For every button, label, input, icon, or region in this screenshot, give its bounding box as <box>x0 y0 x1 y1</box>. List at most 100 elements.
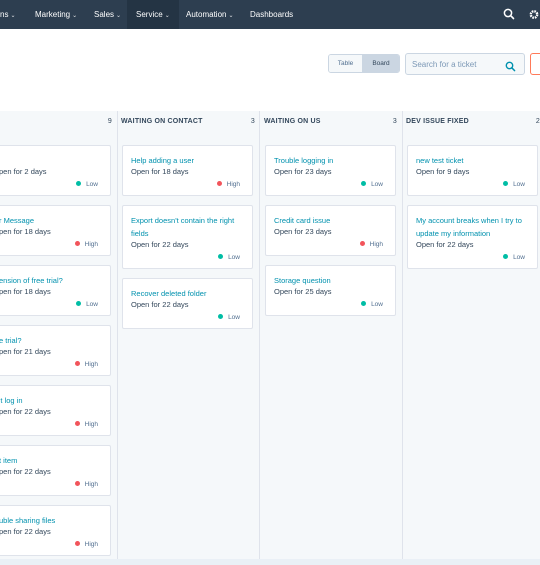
ticket-card[interactable]: Trouble logging in Open for 23 days Low <box>265 145 396 196</box>
ticket-title[interactable]: uble sharing files <box>0 514 55 527</box>
search-icon[interactable] <box>503 0 515 29</box>
ticket-card[interactable]: Recover deleted folder Open for 22 days … <box>122 278 253 329</box>
horizontal-scrollbar[interactable] <box>0 559 540 565</box>
chevron-down-icon: ⌄ <box>72 13 78 19</box>
gear-icon[interactable] <box>528 0 540 29</box>
priority-badge: Low <box>76 181 98 188</box>
priority-dot-icon <box>76 181 82 186</box>
chevron-down-icon: ⌄ <box>164 13 170 19</box>
priority-dot-icon <box>74 361 80 366</box>
view-toggle: Table Board <box>328 54 400 73</box>
ticket-card[interactable]: uble sharing files pen for 22 days High <box>0 505 111 556</box>
ticket-open-duration: pen for 18 days <box>0 287 51 296</box>
chevron-down-icon: ⌄ <box>116 13 122 19</box>
priority-badge: High <box>74 481 98 488</box>
priority-badge: Low <box>76 301 98 308</box>
ticket-title[interactable]: Trouble logging in <box>274 154 333 167</box>
column-count: 3 <box>392 118 397 125</box>
priority-dot-icon <box>74 541 80 546</box>
column-header-dev-issue-fixed: DEV ISSUE FIXED 2 <box>406 118 540 125</box>
column-count: 9 <box>107 118 112 125</box>
create-ticket-button[interactable] <box>530 53 540 75</box>
top-navigation: ns ⌄ Marketing ⌄ Sales ⌄ Service ⌄ Automatio… <box>0 0 540 29</box>
ticket-card[interactable]: My account breaks when I try to update my… <box>407 205 538 269</box>
ticket-title[interactable]: r Message <box>0 214 34 227</box>
priority-badge: High <box>74 421 98 428</box>
ticket-card[interactable]: Credit card issue Open for 23 days High <box>265 205 396 256</box>
ticket-open-duration: Open for 23 days <box>274 227 332 236</box>
ticket-title[interactable]: My account breaks when I try to update my… <box>416 214 522 240</box>
ticket-card[interactable]: pen for 2 days Low <box>0 145 111 196</box>
ticket-title[interactable]: new test ticket <box>416 154 464 167</box>
ticket-card[interactable]: e trial? pen for 21 days High <box>0 325 111 376</box>
ticket-title[interactable]: Help adding a user <box>131 154 194 167</box>
chevron-down-icon: ⌄ <box>10 13 16 19</box>
ticket-title[interactable]: t item <box>0 454 17 467</box>
ticket-card[interactable]: Storage question Open for 25 days Low <box>265 265 396 316</box>
ticket-title[interactable]: 't log in <box>0 394 23 407</box>
table-view-button[interactable]: Table <box>329 55 363 72</box>
ticket-open-duration: pen for 22 days <box>0 527 51 536</box>
priority-dot-icon <box>503 181 509 186</box>
priority-dot-icon <box>218 314 224 319</box>
ticket-title[interactable]: ension of free trial? <box>0 274 63 287</box>
priority-dot-icon <box>361 181 367 186</box>
priority-dot-icon <box>216 181 222 186</box>
ticket-open-duration: Open for 22 days <box>131 240 189 249</box>
priority-dot-icon <box>74 421 80 426</box>
priority-badge: Low <box>218 254 240 261</box>
ticket-open-duration: pen for 2 days <box>0 167 47 176</box>
search-icon[interactable] <box>505 59 516 77</box>
ticket-card[interactable]: new test ticket Open for 9 days Low <box>407 145 538 196</box>
nav-item-dashboards[interactable]: Dashboards <box>250 0 300 29</box>
ticket-title[interactable]: Credit card issue <box>274 214 330 227</box>
ticket-card[interactable]: t item pen for 22 days High <box>0 445 111 496</box>
ticket-open-duration: Open for 25 days <box>274 287 332 296</box>
priority-dot-icon <box>74 241 80 246</box>
ticket-title[interactable]: Storage question <box>274 274 331 287</box>
column-divider <box>117 111 118 565</box>
ticket-open-duration: Open for 18 days <box>131 167 189 176</box>
column-header-new: 9 <box>0 114 112 132</box>
ticket-search <box>405 53 525 75</box>
ticket-open-duration: pen for 22 days <box>0 407 51 416</box>
column-header-waiting-on-us: WAITING ON US 3 <box>264 118 397 125</box>
nav-item-marketing[interactable]: Marketing ⌄ <box>35 0 83 29</box>
ticket-open-duration: Open for 22 days <box>131 300 189 309</box>
ticket-card[interactable]: Help adding a user Open for 18 days High <box>122 145 253 196</box>
nav-item-automation[interactable]: Automation ⌄ <box>186 0 240 29</box>
priority-dot-icon <box>359 241 365 246</box>
priority-badge: High <box>74 541 98 548</box>
priority-dot-icon <box>74 481 80 486</box>
ticket-card[interactable]: ension of free trial? pen for 18 days Lo… <box>0 265 111 316</box>
ticket-title[interactable]: e trial? <box>0 334 22 347</box>
priority-badge: Low <box>218 314 240 321</box>
ticket-card[interactable]: Export doesn't contain the right fields O… <box>122 205 253 269</box>
priority-badge: High <box>74 361 98 368</box>
ticket-open-duration: Open for 23 days <box>274 167 332 176</box>
priority-badge: Low <box>503 254 525 261</box>
nav-item-service[interactable]: Service ⌄ <box>127 0 179 29</box>
priority-badge: High <box>359 241 383 248</box>
ticket-open-duration: pen for 21 days <box>0 347 51 356</box>
priority-dot-icon <box>361 301 367 306</box>
board-view-button[interactable]: Board <box>363 55 399 72</box>
priority-badge: Low <box>361 301 383 308</box>
priority-dot-icon <box>218 254 224 259</box>
priority-badge: Low <box>361 181 383 188</box>
nav-item-contacts[interactable]: ns ⌄ <box>0 0 24 29</box>
ticket-card[interactable]: 't log in pen for 22 days High <box>0 385 111 436</box>
priority-badge: High <box>74 241 98 248</box>
ticket-open-duration: pen for 18 days <box>0 227 51 236</box>
chevron-down-icon: ⌄ <box>228 13 234 19</box>
nav-item-sales[interactable]: Sales ⌄ <box>94 0 124 29</box>
ticket-open-duration: Open for 9 days <box>416 167 470 176</box>
column-count: 2 <box>535 118 540 125</box>
ticket-card[interactable]: r Message pen for 18 days High <box>0 205 111 256</box>
priority-badge: Low <box>503 181 525 188</box>
search-input[interactable] <box>406 54 504 74</box>
ticket-title[interactable]: Export doesn't contain the right fields <box>131 214 234 240</box>
priority-badge: High <box>216 181 240 188</box>
ticket-title[interactable]: Recover deleted folder <box>131 287 206 300</box>
column-divider <box>402 111 403 565</box>
